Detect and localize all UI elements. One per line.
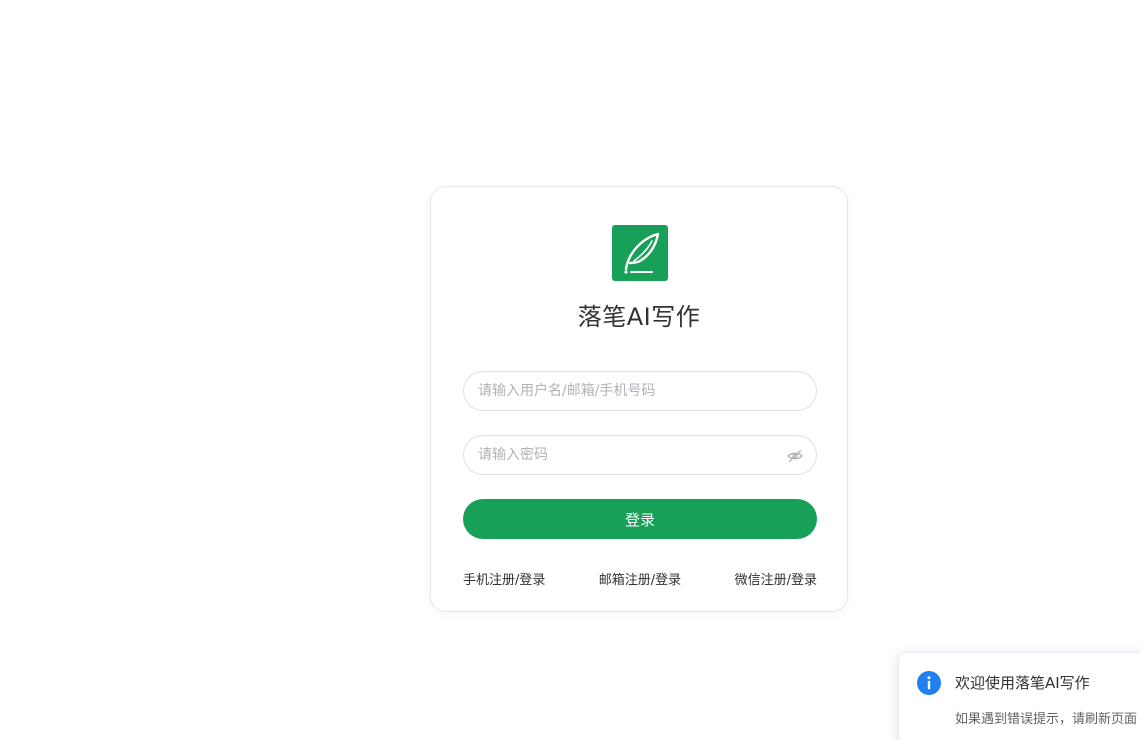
welcome-notification: 欢迎使用落笔AI写作 如果遇到错误提示，请刷新页面 xyxy=(898,652,1140,740)
phone-register-link[interactable]: 手机注册/登录 xyxy=(463,569,545,589)
username-field[interactable] xyxy=(463,371,817,411)
login-button[interactable]: 登录 xyxy=(463,499,817,539)
register-links: 手机注册/登录 邮箱注册/登录 微信注册/登录 xyxy=(463,569,817,589)
login-page: 落笔AI写作 登录 手机注册/登录 邮箱注册/登录 微信注册/登录 xyxy=(0,0,1140,740)
app-title: 落笔AI写作 xyxy=(577,303,701,331)
email-register-link[interactable]: 邮箱注册/登录 xyxy=(599,569,681,589)
eye-hidden-icon[interactable] xyxy=(786,447,804,465)
wechat-register-link[interactable]: 微信注册/登录 xyxy=(735,569,817,589)
username-input[interactable] xyxy=(478,372,778,410)
password-field[interactable] xyxy=(463,435,817,475)
notification-message: 如果遇到错误提示，请刷新页面 xyxy=(955,712,1138,727)
login-card: 落笔AI写作 登录 手机注册/登录 邮箱注册/登录 微信注册/登录 xyxy=(430,186,848,612)
feather-pen-icon xyxy=(624,232,660,274)
info-icon xyxy=(917,671,941,695)
app-logo xyxy=(612,225,668,281)
password-input[interactable] xyxy=(478,436,778,474)
notification-title: 欢迎使用落笔AI写作 xyxy=(955,674,1090,692)
